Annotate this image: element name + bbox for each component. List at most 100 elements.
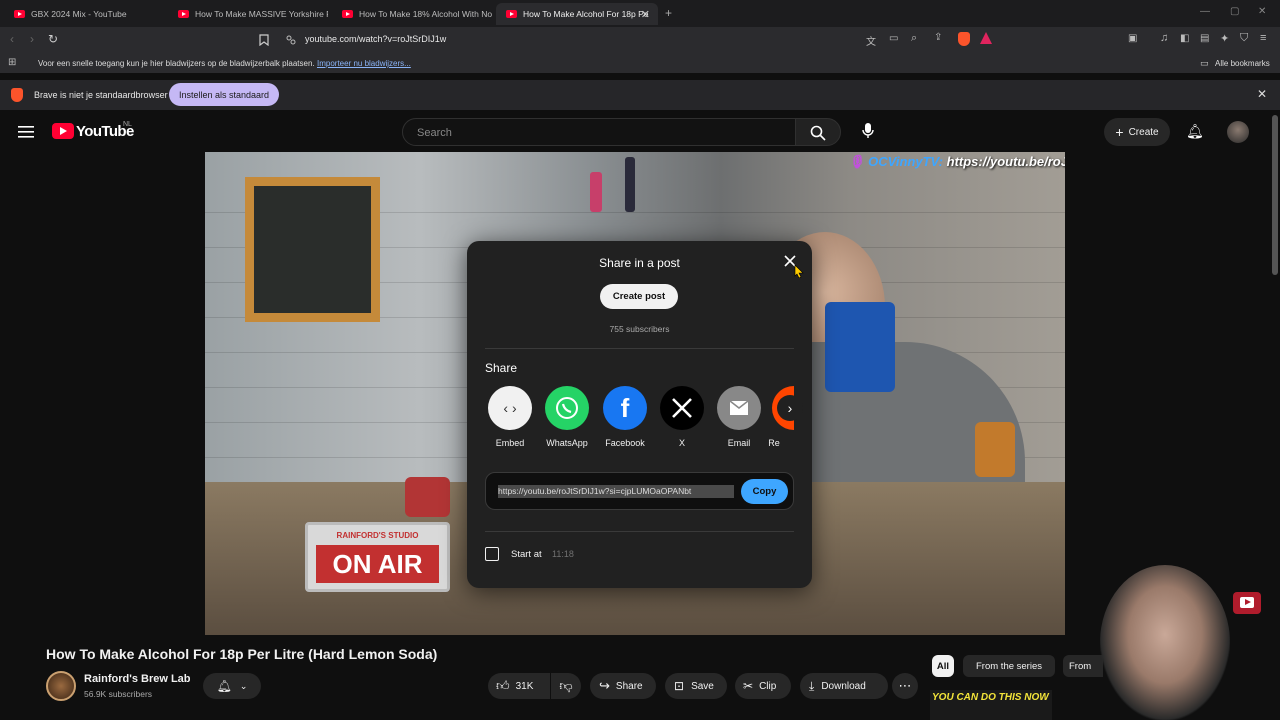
x-logo-icon — [672, 398, 692, 418]
copy-button[interactable]: Copy — [741, 479, 788, 504]
account-avatar[interactable] — [1227, 121, 1249, 143]
chip-all[interactable]: All — [932, 655, 954, 677]
x-button[interactable] — [660, 386, 704, 430]
bookmark-icon[interactable] — [259, 34, 269, 46]
tab-18-alcohol[interactable]: How To Make 18% Alcohol With No — [332, 3, 492, 25]
download-button[interactable]: ⤓ Download — [800, 673, 888, 699]
leo-ai-icon[interactable]: ✦ — [1220, 32, 1229, 45]
facebook-icon: f — [620, 392, 630, 423]
divider — [485, 348, 794, 349]
all-bookmarks[interactable]: Alle bookmarks — [1215, 59, 1270, 68]
notifications-bell-icon[interactable]: 🔔︎ — [1186, 123, 1204, 140]
youtube-logo-icon[interactable] — [52, 123, 74, 139]
email-icon — [729, 400, 749, 415]
dislike-button[interactable]: 👎︎ — [551, 673, 581, 699]
share-dialog: Share in a post Create post 755 subscrib… — [467, 241, 812, 588]
cast-icon[interactable]: ▭ — [889, 33, 898, 44]
tab-yorkshire[interactable]: How To Make MASSIVE Yorkshire Pu — [168, 3, 328, 25]
apps-grid-icon[interactable]: ⊞ — [8, 57, 16, 68]
close-tab-icon[interactable]: ✕ — [641, 8, 650, 21]
download-icon: ⤓ — [809, 678, 815, 693]
whatsapp-button[interactable] — [545, 386, 589, 430]
brave-shields-icon[interactable] — [958, 32, 970, 46]
search-button[interactable] — [795, 118, 841, 146]
bottle-image — [625, 157, 635, 212]
scroll-share-right-button[interactable]: › — [777, 395, 803, 421]
browser-tab-bar: GBX 2024 Mix - YouTube How To Make MASSI… — [0, 0, 1280, 27]
forward-icon[interactable]: › — [30, 32, 34, 46]
close-infobar-icon[interactable]: ✕ — [1257, 87, 1267, 101]
save-bookmark-icon: ⊡ — [674, 679, 685, 693]
brave-rewards-icon[interactable] — [980, 32, 992, 44]
email-button[interactable] — [717, 386, 761, 430]
share-label: Share — [615, 680, 643, 692]
chip-from-the-series[interactable]: From the series — [963, 655, 1055, 677]
tab-active[interactable]: How To Make Alcohol For 18p Pe ✕ — [496, 3, 658, 25]
share-link-box: https://youtu.be/roJtSrDIJ1w?si=cjpLUMOa… — [485, 472, 794, 510]
divider — [485, 531, 794, 532]
new-tab-icon[interactable]: + — [665, 6, 672, 20]
infobar-text: Brave is niet je standaardbrowser — [34, 90, 168, 100]
reddit-label: Re — [768, 438, 780, 448]
bottle-image — [590, 172, 602, 212]
channel-name[interactable]: Rainford's Brew Lab — [84, 673, 191, 685]
wallet-extension-icon[interactable]: ▤ — [1200, 33, 1209, 44]
share-link-input[interactable]: https://youtu.be/roJtSrDIJ1w?si=cjpLUMOa… — [498, 485, 734, 498]
address-bar[interactable]: youtube.com/watch?v=roJtSrDIJ1w — [305, 34, 446, 44]
sidebar-icon[interactable]: ◧ — [1180, 33, 1189, 44]
tab-gbx[interactable]: GBX 2024 Mix - YouTube — [4, 3, 164, 25]
whatsapp-icon — [556, 397, 578, 419]
zoom-icon[interactable]: ⌕ — [911, 32, 917, 45]
site-settings-icon[interactable] — [286, 35, 296, 45]
close-window-icon[interactable]: ✕ — [1258, 6, 1266, 17]
start-at-time[interactable]: 11:18 — [552, 549, 574, 559]
set-default-button[interactable]: Instellen als standaard — [169, 83, 279, 106]
thumbnail-text: YOU CAN DO THIS NOW — [932, 692, 1049, 703]
wallet-icon[interactable]: ▣ — [1128, 33, 1137, 44]
maximize-icon[interactable]: ▢ — [1230, 6, 1239, 17]
search-input[interactable]: Search — [402, 118, 796, 146]
bookmarks-hint: Voor een snelle toegang kun je hier blad… — [38, 59, 315, 68]
share-button[interactable]: ↪ Share — [590, 673, 656, 699]
page-scrollbar[interactable] — [1272, 115, 1278, 275]
import-bookmarks-link[interactable]: Importeer nu bladwijzers... — [317, 59, 411, 68]
overlay-handle: OCVinnyTV: — [868, 154, 944, 169]
translate-icon[interactable]: 文 — [866, 33, 876, 48]
vpn-icon[interactable]: ⛉ — [1240, 32, 1248, 45]
default-browser-infobar: Brave is niet je standaardbrowser Instel… — [0, 80, 1280, 110]
related-video-thumbnail[interactable]: YOU CAN DO THIS NOW — [930, 690, 1052, 720]
clip-button[interactable]: ✂ Clip — [735, 673, 791, 699]
jar-image — [975, 422, 1015, 477]
share-page-icon[interactable]: ⇪ — [934, 32, 942, 43]
miniplayer-youtube-icon[interactable] — [1233, 592, 1261, 614]
like-button[interactable]: 👍︎ 31K — [488, 673, 550, 699]
download-label: Download — [821, 680, 866, 692]
x-label: X — [678, 438, 685, 448]
reload-icon[interactable]: ↻ — [48, 32, 58, 46]
back-icon[interactable]: ‹ — [10, 32, 14, 46]
more-actions-button[interactable]: ⋯ — [892, 673, 918, 699]
channel-subscribers: 56.9K subscribers — [84, 689, 153, 699]
chip-from[interactable]: From — [1063, 655, 1103, 677]
voice-search-icon[interactable] — [861, 122, 875, 140]
menu-icon[interactable]: ≡ — [1260, 32, 1266, 44]
search-icon — [810, 125, 826, 141]
channel-avatar[interactable] — [46, 671, 76, 701]
subscribed-notifications-button[interactable]: 🔔︎ ⌄ — [203, 673, 261, 699]
minimize-icon[interactable]: — — [1200, 6, 1210, 17]
tab-label: How To Make MASSIVE Yorkshire Pu — [195, 9, 328, 19]
sign-main-text: ON AIR — [316, 545, 439, 583]
create-post-button[interactable]: Create post — [600, 284, 678, 309]
hamburger-menu-icon[interactable] — [18, 125, 34, 138]
whatsapp-label: WhatsApp — [546, 438, 588, 448]
webcam-overlay — [1100, 565, 1230, 720]
facebook-button[interactable]: f — [603, 386, 647, 430]
save-button[interactable]: ⊡ Save — [665, 673, 727, 699]
share-heading: Share — [485, 361, 518, 375]
embed-button[interactable]: ‹ › — [488, 386, 532, 430]
youtube-favicon-icon — [342, 10, 353, 18]
music-icon[interactable]: ♫ — [1160, 32, 1168, 44]
create-button[interactable]: + Create — [1104, 118, 1170, 146]
embed-icon: ‹ › — [503, 400, 517, 416]
start-at-checkbox[interactable] — [485, 547, 499, 561]
